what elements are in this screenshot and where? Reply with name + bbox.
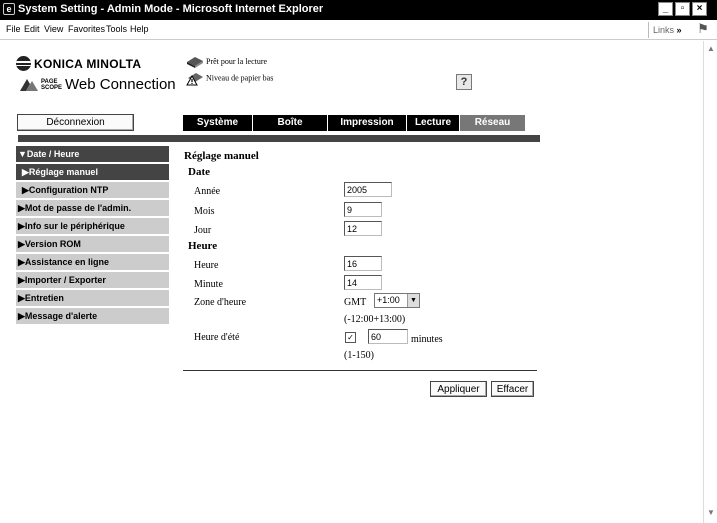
- product-name: Web Connection: [65, 76, 176, 93]
- sidebar-item-online-assistance[interactable]: ▶Assistance en ligne: [16, 254, 169, 270]
- menu-bar: File Edit View Favorites Tools Help Link…: [0, 20, 717, 40]
- section-time: Heure: [188, 240, 218, 252]
- dst-checkbox[interactable]: ✓: [345, 332, 356, 343]
- menu-edit[interactable]: Edit: [24, 24, 40, 34]
- tab-systeme[interactable]: Système: [183, 115, 252, 131]
- clear-button[interactable]: Effacer: [491, 381, 534, 397]
- konica-minolta-logo: KONICA MINOLTA: [16, 56, 141, 71]
- sidebar-item-alert-message[interactable]: ▶Message d'alerte: [16, 308, 169, 324]
- window-titlebar: e System Setting - Admin Mode - Microsof…: [0, 0, 717, 20]
- ie-app-icon: e: [3, 3, 15, 15]
- timezone-value: +1:00: [377, 295, 400, 305]
- links-toolbar[interactable]: Links »: [648, 22, 682, 38]
- sidebar-item-date-heure[interactable]: ▼Date / Heure: [16, 146, 169, 162]
- sidebar-item-admin-password[interactable]: ▶Mot de passe de l'admin.: [16, 200, 169, 216]
- menu-tools[interactable]: Tools: [106, 24, 127, 34]
- hour-label: Heure: [194, 260, 219, 271]
- logout-button[interactable]: Déconnexion: [17, 114, 134, 131]
- month-input[interactable]: [344, 202, 382, 217]
- minute-label: Minute: [194, 279, 223, 290]
- tab-reseau[interactable]: Réseau: [460, 115, 525, 131]
- check-icon: ✓: [347, 333, 354, 342]
- apply-button[interactable]: Appliquer: [430, 381, 487, 397]
- window-title: System Setting - Admin Mode - Microsoft …: [18, 3, 324, 15]
- sidebar: ▼Date / Heure ▶Réglage manuel ▶Configura…: [16, 146, 169, 326]
- status-paper-low: Niveau de papier bas: [186, 71, 273, 86]
- maximize-icon[interactable]: ▫: [675, 2, 690, 16]
- sidebar-item-reglage-manuel[interactable]: ▶Réglage manuel: [16, 164, 169, 180]
- year-input[interactable]: [344, 182, 392, 197]
- dst-minutes-input[interactable]: [368, 329, 408, 344]
- timezone-select[interactable]: +1:00 ▼: [374, 293, 420, 308]
- sidebar-item-configuration-ntp[interactable]: ▶Configuration NTP: [16, 182, 169, 198]
- sidebar-item-maintenance[interactable]: ▶Entretien: [16, 290, 169, 306]
- page-title: Réglage manuel: [184, 150, 259, 162]
- chevron-down-icon[interactable]: ▼: [407, 294, 419, 307]
- scroll-down-icon[interactable]: ▼: [705, 507, 717, 519]
- day-input[interactable]: [344, 221, 382, 236]
- close-icon[interactable]: ×: [692, 2, 707, 16]
- tab-impression[interactable]: Impression: [328, 115, 406, 131]
- timezone-label: Zone d'heure: [194, 297, 247, 308]
- menu-favorites[interactable]: Favorites: [68, 24, 105, 34]
- brand-name: KONICA MINOLTA: [34, 56, 142, 71]
- dst-label: Heure d'été: [194, 332, 240, 343]
- timezone-range-note: (-12:00+13:00): [344, 314, 406, 325]
- year-label: Année: [194, 186, 221, 197]
- links-label: Links: [653, 25, 675, 35]
- pagescope-logo: PAGE SCOPE Web Connection: [18, 76, 176, 93]
- windows-logo-icon: ⚑: [697, 21, 709, 36]
- konica-globe-icon: [16, 56, 31, 71]
- menu-file[interactable]: File: [6, 24, 21, 34]
- month-label: Mois: [194, 206, 215, 217]
- sidebar-item-rom-version[interactable]: ▶Version ROM: [16, 236, 169, 252]
- sidebar-item-import-export[interactable]: ▶Importer / Exporter: [16, 272, 169, 288]
- minimize-icon[interactable]: _: [658, 2, 673, 16]
- day-label: Jour: [194, 225, 212, 236]
- pagescope-icon: [20, 79, 38, 91]
- timezone-prefix: GMT: [344, 297, 367, 308]
- pagescope-line2: SCOPE: [41, 84, 63, 91]
- header-divider: [18, 135, 540, 142]
- menu-help[interactable]: Help: [130, 24, 149, 34]
- dst-range-note: (1-150): [344, 350, 374, 361]
- vertical-scrollbar[interactable]: ▲ ▼: [703, 41, 717, 523]
- sidebar-item-device-info[interactable]: ▶Info sur le périphérique: [16, 218, 169, 234]
- chevron-right-icon[interactable]: »: [677, 25, 682, 35]
- section-date: Date: [188, 166, 210, 178]
- menu-view[interactable]: View: [44, 24, 63, 34]
- scroll-up-icon[interactable]: ▲: [705, 43, 717, 55]
- minute-input[interactable]: [344, 275, 382, 290]
- hour-input[interactable]: [344, 256, 382, 271]
- status-ready-text: Prêt pour la lecture: [206, 56, 268, 66]
- status-ready: Prêt pour la lecture: [186, 56, 267, 68]
- pagescope-wordmark: PAGE SCOPE: [41, 79, 62, 91]
- printer-icon: [187, 57, 203, 68]
- help-button[interactable]: ?: [456, 74, 472, 90]
- dst-unit: minutes: [411, 334, 443, 345]
- form-divider: [183, 370, 537, 371]
- tab-boite[interactable]: Boîte: [253, 115, 327, 131]
- tab-lecture[interactable]: Lecture: [407, 115, 459, 131]
- warning-printer-icon: [186, 73, 203, 86]
- status-paper-text: Niveau de papier bas: [206, 73, 274, 83]
